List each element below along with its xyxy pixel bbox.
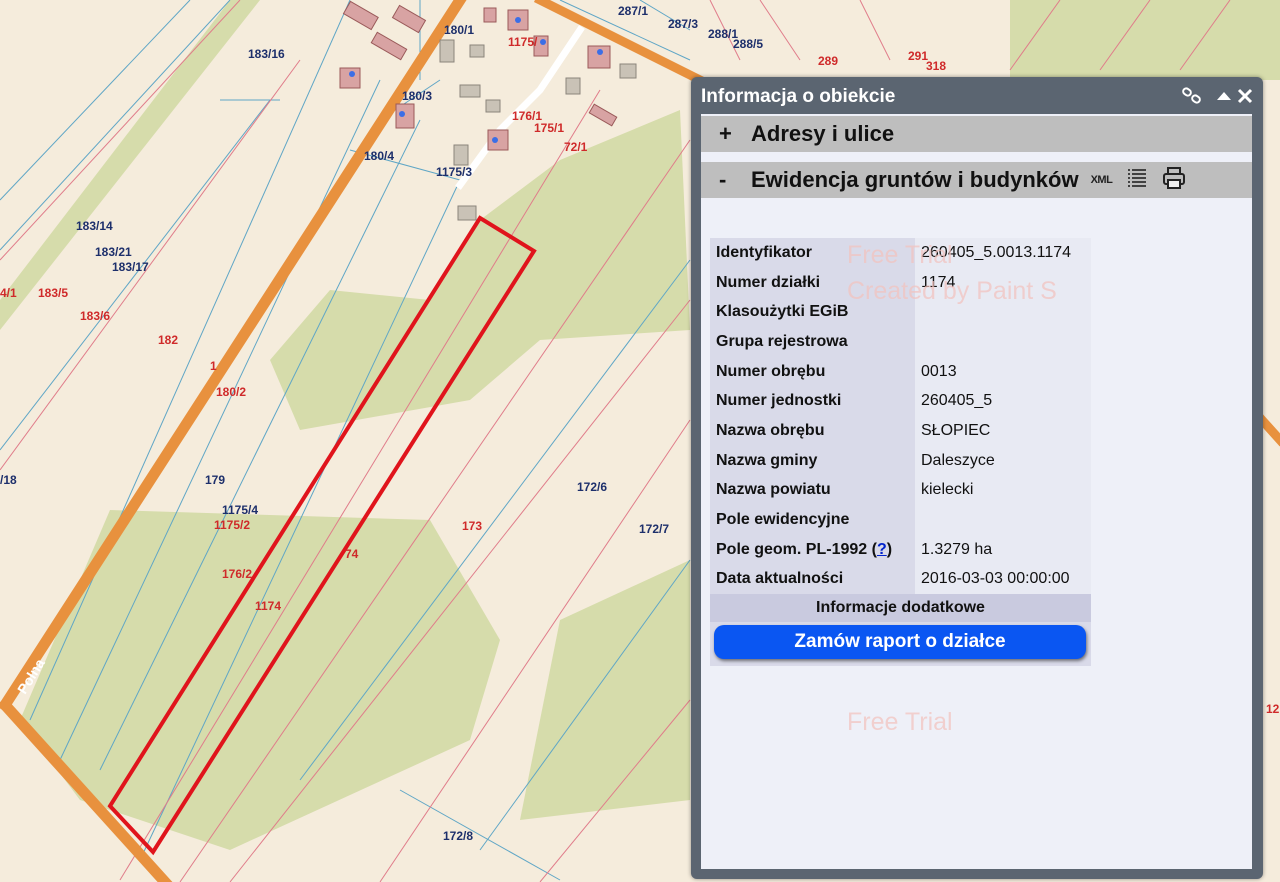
link-icon[interactable] <box>1181 86 1203 111</box>
close-icon[interactable] <box>1237 86 1253 111</box>
section-addresses[interactable]: + Adresy i ulice <box>701 116 1252 152</box>
table-row: Numer jednostki 260405_5 <box>710 386 1091 417</box>
plot-label: 287/1 <box>618 4 648 18</box>
plot-label: 318 <box>926 59 946 73</box>
order-report-button[interactable]: Zamów raport o działce <box>714 625 1086 660</box>
plot-label: 1175/3 <box>436 165 472 179</box>
section-land-registry-label: Ewidencja gruntów i budynków <box>751 167 1079 192</box>
table-row: Numer obrębu 0013 <box>710 356 1091 387</box>
plot-label: 175/1 <box>534 121 564 135</box>
plot-label: 176/2 <box>222 567 252 581</box>
table-row: Nazwa obrębu SŁOPIEC <box>710 416 1091 446</box>
collapse-sign: - <box>719 167 727 192</box>
help-link[interactable]: ? <box>877 541 887 558</box>
plot-label: 183/14 <box>76 219 113 233</box>
row-value: Daleszyce <box>915 445 1091 476</box>
green-area-ne <box>1010 0 1280 80</box>
plot-label: 1174 <box>255 599 281 613</box>
plot-label: 180/1 <box>444 23 474 37</box>
plot-label: 183/21 <box>95 245 132 259</box>
report-area: Zamów raport o działce <box>710 622 1091 667</box>
table-row: Nazwa gminy Daleszyce <box>710 445 1091 476</box>
row-key: Grupa rejestrowa <box>716 332 848 350</box>
plot-label: 72/1 <box>564 140 588 154</box>
plot-label: 173 <box>462 519 482 533</box>
watermark-text: Free Trial <box>847 708 953 736</box>
row-value: 260405_5 <box>915 386 1091 417</box>
table-row: Grupa rejestrowa <box>710 327 1091 357</box>
table-row: Pole ewidencyjne <box>710 505 1091 535</box>
watermark-text: Created by Paint S <box>847 277 1057 305</box>
plot-label: 287/3 <box>668 17 698 31</box>
row-key: Pole ewidencyjne <box>716 511 850 529</box>
plot-label: 4/1 <box>0 286 17 300</box>
expand-sign: + <box>719 121 732 146</box>
xml-export-icon[interactable]: XML <box>1091 174 1113 186</box>
plot-label: 183/6 <box>80 309 110 323</box>
plot-label: 1175/4 <box>222 503 258 517</box>
row-value <box>915 505 1091 535</box>
row-value: SŁOPIEC <box>915 416 1091 446</box>
plot-label: 289 <box>818 54 838 68</box>
row-value: 0013 <box>915 356 1091 387</box>
plot-label: 288/5 <box>733 37 763 51</box>
plot-label: 180/4 <box>364 149 394 163</box>
section-addresses-label: Adresy i ulice <box>751 121 895 146</box>
plot-label: 179 <box>205 473 225 487</box>
table-row: Nazwa powiatu kielecki <box>710 475 1091 506</box>
section-land-registry[interactable]: - Ewidencja gruntów i budynków XML <box>701 162 1252 198</box>
plot-label: 172/7 <box>639 522 669 536</box>
collapse-up-icon[interactable] <box>1216 86 1232 111</box>
plot-label: 183/16 <box>248 47 285 61</box>
list-icon[interactable] <box>1126 167 1148 194</box>
plot-label: 1175/ <box>508 35 538 49</box>
watermark-text: Free Trial <box>847 241 953 269</box>
row-value: 1.3279 ha <box>915 534 1091 565</box>
plot-label: 1175/2 <box>214 518 250 532</box>
table-row: Data aktualności 2016-03-03 00:00:00 <box>710 564 1091 595</box>
plot-label: 12 <box>1266 702 1280 716</box>
panel-title: Informacja o obiekcie <box>701 86 896 107</box>
print-icon[interactable] <box>1162 166 1186 195</box>
plot-label: 180/2 <box>216 385 246 399</box>
row-key: Numer jednostki <box>716 392 842 410</box>
row-key: Data aktualności <box>716 570 844 588</box>
row-value: 2016-03-03 00:00:00 <box>915 564 1091 595</box>
panel-body: + Adresy i ulice - Ewidencja gruntów i b… <box>701 114 1252 869</box>
plot-label: 183/5 <box>38 286 68 300</box>
plot-label: 183/17 <box>112 260 149 274</box>
object-info-panel: Informacja o obiekcie + Adresy i ulice -… <box>691 77 1263 879</box>
plot-label: 182 <box>158 333 178 347</box>
plot-label: 74 <box>345 547 359 561</box>
row-key: Numer obrębu <box>716 362 826 380</box>
plot-label: 172/6 <box>577 480 607 494</box>
additional-info-header: Informacje dodatkowe <box>710 594 1091 623</box>
row-key: Nazwa gminy <box>716 451 818 469</box>
table-row: Pole geom. PL-1992 (?) 1.3279 ha <box>710 534 1091 565</box>
row-key: Nazwa obrębu <box>716 421 825 439</box>
row-value: kielecki <box>915 475 1091 506</box>
row-key-text: Pole geom. PL-1992 ( <box>716 540 877 558</box>
plot-label: 180/3 <box>402 89 432 103</box>
row-key: Pole geom. PL-1992 (?) <box>710 541 915 559</box>
row-key-suffix: ) <box>886 540 893 558</box>
plot-label: 1 <box>210 359 217 373</box>
row-key: Nazwa powiatu <box>716 481 831 499</box>
plot-label: /18 <box>0 473 17 487</box>
row-value <box>915 327 1091 357</box>
plot-label: 172/8 <box>443 829 473 843</box>
